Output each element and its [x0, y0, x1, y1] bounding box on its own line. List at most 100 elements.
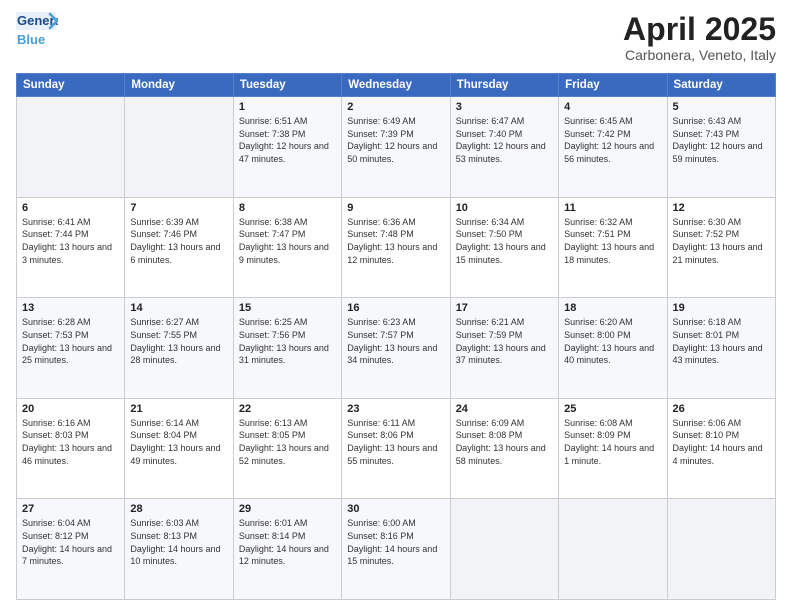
- cell-3-1: 13 Sunrise: 6:28 AM Sunset: 7:53 PM Dayli…: [17, 298, 125, 399]
- cell-info: Sunrise: 6:39 AM Sunset: 7:46 PM Dayligh…: [130, 216, 227, 266]
- calendar-table: SundayMondayTuesdayWednesdayThursdayFrid…: [16, 73, 776, 600]
- cell-info: Sunrise: 6:03 AM Sunset: 8:13 PM Dayligh…: [130, 517, 227, 567]
- header: General Blue April 2025 Carbonera, Venet…: [16, 12, 776, 63]
- cell-day-number: 13: [22, 302, 119, 314]
- cell-day-number: 20: [22, 403, 119, 415]
- cell-day-number: 4: [564, 101, 661, 113]
- cell-4-6: 25 Sunrise: 6:08 AM Sunset: 8:09 PM Dayli…: [559, 398, 667, 499]
- month-year: April 2025: [623, 12, 776, 47]
- cell-day-number: 14: [130, 302, 227, 314]
- cell-4-5: 24 Sunrise: 6:09 AM Sunset: 8:08 PM Dayli…: [450, 398, 558, 499]
- cell-day-number: 15: [239, 302, 336, 314]
- day-header-saturday: Saturday: [667, 74, 775, 97]
- cell-2-7: 12 Sunrise: 6:30 AM Sunset: 7:52 PM Dayli…: [667, 197, 775, 298]
- week-row-2: 6 Sunrise: 6:41 AM Sunset: 7:44 PM Daylig…: [17, 197, 776, 298]
- cell-info: Sunrise: 6:08 AM Sunset: 8:09 PM Dayligh…: [564, 417, 661, 467]
- cell-info: Sunrise: 6:34 AM Sunset: 7:50 PM Dayligh…: [456, 216, 553, 266]
- cell-5-2: 28 Sunrise: 6:03 AM Sunset: 8:13 PM Dayli…: [125, 499, 233, 600]
- cell-info: Sunrise: 6:18 AM Sunset: 8:01 PM Dayligh…: [673, 316, 770, 366]
- day-header-sunday: Sunday: [17, 74, 125, 97]
- cell-day-number: 11: [564, 202, 661, 214]
- cell-day-number: 7: [130, 202, 227, 214]
- cell-1-2: [125, 97, 233, 198]
- logo: General Blue: [16, 12, 58, 50]
- title-block: April 2025 Carbonera, Veneto, Italy: [623, 12, 776, 63]
- cell-info: Sunrise: 6:28 AM Sunset: 7:53 PM Dayligh…: [22, 316, 119, 366]
- cell-1-7: 5Sunrise: 6:43 AM Sunset: 7:43 PM Daylig…: [667, 97, 775, 198]
- cell-day-number: 29: [239, 503, 336, 515]
- day-header-monday: Monday: [125, 74, 233, 97]
- cell-2-1: 6 Sunrise: 6:41 AM Sunset: 7:44 PM Daylig…: [17, 197, 125, 298]
- cell-info: Sunrise: 6:36 AM Sunset: 7:48 PM Dayligh…: [347, 216, 444, 266]
- cell-day-number: 1: [239, 101, 336, 113]
- cell-4-7: 26Sunrise: 6:06 AM Sunset: 8:10 PM Dayli…: [667, 398, 775, 499]
- cell-info: Sunrise: 6:21 AM Sunset: 7:59 PM Dayligh…: [456, 316, 553, 366]
- cell-day-number: 8: [239, 202, 336, 214]
- svg-text:Blue: Blue: [17, 32, 45, 47]
- cell-5-4: 30Sunrise: 6:00 AM Sunset: 8:16 PM Dayli…: [342, 499, 450, 600]
- cell-5-6: [559, 499, 667, 600]
- cell-3-7: 19 Sunrise: 6:18 AM Sunset: 8:01 PM Dayli…: [667, 298, 775, 399]
- cell-info: Sunrise: 6:27 AM Sunset: 7:55 PM Dayligh…: [130, 316, 227, 366]
- location: Carbonera, Veneto, Italy: [623, 47, 776, 63]
- cell-day-number: 23: [347, 403, 444, 415]
- cell-5-1: 27Sunrise: 6:04 AM Sunset: 8:12 PM Dayli…: [17, 499, 125, 600]
- calendar-body: 1 Sunrise: 6:51 AM Sunset: 7:38 PM Daylig…: [17, 97, 776, 600]
- cell-info: Sunrise: 6:38 AM Sunset: 7:47 PM Dayligh…: [239, 216, 336, 266]
- cell-day-number: 12: [673, 202, 770, 214]
- logo-graphic: General Blue: [16, 12, 58, 50]
- cell-2-6: 11 Sunrise: 6:32 AM Sunset: 7:51 PM Dayli…: [559, 197, 667, 298]
- cell-2-4: 9 Sunrise: 6:36 AM Sunset: 7:48 PM Daylig…: [342, 197, 450, 298]
- cell-5-3: 29 Sunrise: 6:01 AM Sunset: 8:14 PM Dayli…: [233, 499, 341, 600]
- cell-1-6: 4 Sunrise: 6:45 AM Sunset: 7:42 PM Daylig…: [559, 97, 667, 198]
- cell-day-number: 30: [347, 503, 444, 515]
- cell-day-number: 17: [456, 302, 553, 314]
- cell-info: Sunrise: 6:14 AM Sunset: 8:04 PM Dayligh…: [130, 417, 227, 467]
- cell-info: Sunrise: 6:49 AM Sunset: 7:39 PM Dayligh…: [347, 115, 444, 165]
- cell-day-number: 28: [130, 503, 227, 515]
- cell-day-number: 16: [347, 302, 444, 314]
- cell-day-number: 6: [22, 202, 119, 214]
- week-row-3: 13 Sunrise: 6:28 AM Sunset: 7:53 PM Dayli…: [17, 298, 776, 399]
- cell-day-number: 19: [673, 302, 770, 314]
- cell-1-3: 1 Sunrise: 6:51 AM Sunset: 7:38 PM Daylig…: [233, 97, 341, 198]
- cell-3-6: 18Sunrise: 6:20 AM Sunset: 8:00 PM Dayli…: [559, 298, 667, 399]
- cell-info: Sunrise: 6:16 AM Sunset: 8:03 PM Dayligh…: [22, 417, 119, 467]
- cell-info: Sunrise: 6:11 AM Sunset: 8:06 PM Dayligh…: [347, 417, 444, 467]
- cell-1-5: 3Sunrise: 6:47 AM Sunset: 7:40 PM Daylig…: [450, 97, 558, 198]
- cell-4-4: 23 Sunrise: 6:11 AM Sunset: 8:06 PM Dayli…: [342, 398, 450, 499]
- cell-info: Sunrise: 6:45 AM Sunset: 7:42 PM Dayligh…: [564, 115, 661, 165]
- day-header-thursday: Thursday: [450, 74, 558, 97]
- cell-info: Sunrise: 6:25 AM Sunset: 7:56 PM Dayligh…: [239, 316, 336, 366]
- cell-3-3: 15 Sunrise: 6:25 AM Sunset: 7:56 PM Dayli…: [233, 298, 341, 399]
- cell-info: Sunrise: 6:30 AM Sunset: 7:52 PM Dayligh…: [673, 216, 770, 266]
- cell-3-4: 16Sunrise: 6:23 AM Sunset: 7:57 PM Dayli…: [342, 298, 450, 399]
- cell-day-number: 2: [347, 101, 444, 113]
- day-header-tuesday: Tuesday: [233, 74, 341, 97]
- cell-4-3: 22 Sunrise: 6:13 AM Sunset: 8:05 PM Dayli…: [233, 398, 341, 499]
- cell-day-number: 5: [673, 101, 770, 113]
- cell-day-number: 22: [239, 403, 336, 415]
- cell-day-number: 3: [456, 101, 553, 113]
- cell-info: Sunrise: 6:32 AM Sunset: 7:51 PM Dayligh…: [564, 216, 661, 266]
- cell-info: Sunrise: 6:51 AM Sunset: 7:38 PM Dayligh…: [239, 115, 336, 165]
- cell-day-number: 25: [564, 403, 661, 415]
- cell-info: Sunrise: 6:13 AM Sunset: 8:05 PM Dayligh…: [239, 417, 336, 467]
- cell-day-number: 27: [22, 503, 119, 515]
- day-header-wednesday: Wednesday: [342, 74, 450, 97]
- cell-info: Sunrise: 6:09 AM Sunset: 8:08 PM Dayligh…: [456, 417, 553, 467]
- week-row-1: 1 Sunrise: 6:51 AM Sunset: 7:38 PM Daylig…: [17, 97, 776, 198]
- cell-info: Sunrise: 6:06 AM Sunset: 8:10 PM Dayligh…: [673, 417, 770, 467]
- cell-4-1: 20 Sunrise: 6:16 AM Sunset: 8:03 PM Dayli…: [17, 398, 125, 499]
- cell-day-number: 9: [347, 202, 444, 214]
- days-header-row: SundayMondayTuesdayWednesdayThursdayFrid…: [17, 74, 776, 97]
- cell-day-number: 24: [456, 403, 553, 415]
- week-row-5: 27Sunrise: 6:04 AM Sunset: 8:12 PM Dayli…: [17, 499, 776, 600]
- cell-2-2: 7 Sunrise: 6:39 AM Sunset: 7:46 PM Daylig…: [125, 197, 233, 298]
- cell-1-4: 2 Sunrise: 6:49 AM Sunset: 7:39 PM Daylig…: [342, 97, 450, 198]
- cell-info: Sunrise: 6:01 AM Sunset: 8:14 PM Dayligh…: [239, 517, 336, 567]
- cell-info: Sunrise: 6:41 AM Sunset: 7:44 PM Dayligh…: [22, 216, 119, 266]
- cell-info: Sunrise: 6:20 AM Sunset: 8:00 PM Dayligh…: [564, 316, 661, 366]
- cell-5-5: [450, 499, 558, 600]
- day-header-friday: Friday: [559, 74, 667, 97]
